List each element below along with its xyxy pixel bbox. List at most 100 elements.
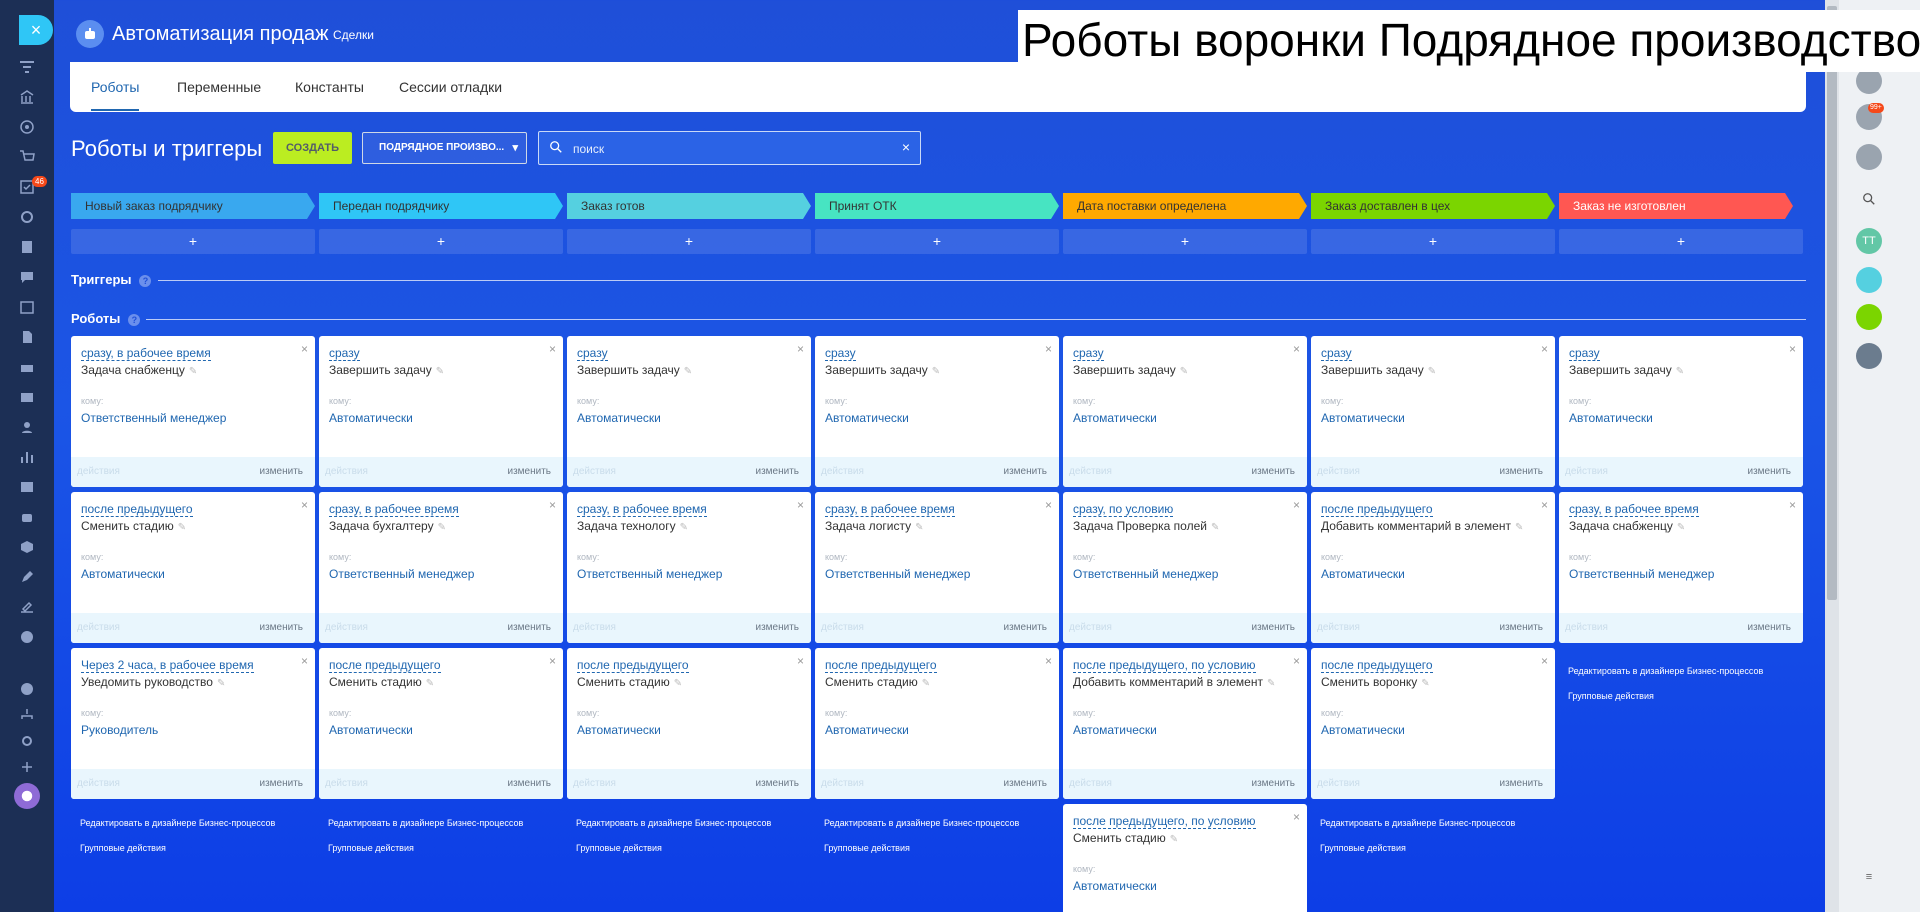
robot-card[interactable]: сразу Завершить задачу ✎ × кому: Автоматическ…	[815, 336, 1059, 487]
edit-link[interactable]: изменить	[507, 622, 551, 633]
responsible-link[interactable]: Автоматически	[1321, 567, 1405, 581]
edit-link[interactable]: изменить	[1251, 778, 1295, 789]
robot-card[interactable]: сразу, в рабочее время Задача технологу ✎ ×…	[567, 492, 811, 643]
gear-icon[interactable]	[18, 208, 36, 226]
robot-card[interactable]: сразу, в рабочее время Задача логисту ✎ × ко…	[815, 492, 1059, 643]
designer-link[interactable]: Редактировать в дизайнере Бизнес-процесс…	[328, 818, 523, 828]
edit-link[interactable]: изменить	[755, 466, 799, 477]
settings-icon[interactable]	[18, 732, 36, 750]
robot-card[interactable]: после предыдущего, по условию Сменить ста…	[1063, 804, 1307, 912]
group-actions-link[interactable]: Групповые действия	[328, 843, 414, 853]
group-actions-link[interactable]: Групповые действия	[80, 843, 166, 853]
sitemap-icon[interactable]	[18, 706, 36, 724]
responsible-link[interactable]: Автоматически	[1073, 411, 1157, 425]
edit-link[interactable]: изменить	[1003, 466, 1047, 477]
responsible-link[interactable]: Ответственный менеджер	[577, 567, 722, 581]
storage-icon[interactable]	[18, 358, 36, 376]
file-icon[interactable]	[18, 328, 36, 346]
group-actions-link[interactable]: Групповые действия	[1320, 843, 1406, 853]
responsible-link[interactable]: Ответственный менеджер	[1073, 567, 1218, 581]
robot-card[interactable]: сразу Завершить задачу ✎ × кому: Автоматическ…	[319, 336, 563, 487]
search-input[interactable]	[573, 139, 893, 159]
responsible-link[interactable]: Автоматически	[81, 567, 165, 581]
responsible-link[interactable]: Автоматически	[1569, 411, 1653, 425]
edit-link[interactable]: изменить	[507, 778, 551, 789]
close-icon[interactable]: ×	[549, 498, 556, 512]
pencil-icon[interactable]: ✎	[438, 522, 446, 533]
stage-1[interactable]: Новый заказ подрядчику	[71, 193, 315, 219]
robot-card[interactable]: после предыдущего, по условию Добавить ко…	[1063, 648, 1307, 799]
pencil-icon[interactable]: ✎	[1677, 522, 1685, 533]
tab-constants[interactable]: Константы	[295, 79, 364, 95]
responsible-link[interactable]: Автоматически	[825, 723, 909, 737]
pencil-icon[interactable]: ✎	[1421, 678, 1429, 689]
robot-card[interactable]: после предыдущего Сменить стадию ✎ × кому: Ав…	[71, 492, 315, 643]
robot-condition[interactable]: сразу, в рабочее время	[1569, 502, 1699, 517]
cart-icon[interactable]	[18, 148, 36, 166]
responsible-link[interactable]: Автоматически	[1321, 411, 1405, 425]
close-icon[interactable]: ×	[1293, 810, 1300, 824]
calendar-icon[interactable]	[18, 298, 36, 316]
close-icon[interactable]: ×	[549, 342, 556, 356]
edit-link[interactable]: изменить	[259, 622, 303, 633]
robot-condition[interactable]: после предыдущего, по условию	[1073, 658, 1256, 673]
filter-icon[interactable]	[18, 58, 36, 76]
bank-icon[interactable]	[18, 88, 36, 106]
pencil-icon[interactable]: ✎	[1515, 522, 1523, 533]
pencil-icon[interactable]: ✎	[436, 366, 444, 377]
notes-icon[interactable]	[1856, 304, 1882, 330]
add-trigger-button[interactable]: +	[319, 229, 563, 254]
robot-condition[interactable]: после предыдущего	[81, 502, 193, 517]
edit-link[interactable]: изменить	[1747, 622, 1791, 633]
pencil-icon[interactable]: ✎	[189, 366, 197, 377]
close-icon[interactable]: ×	[1045, 654, 1052, 668]
robot-condition[interactable]: сразу	[577, 346, 608, 361]
pencil-icon[interactable]: ✎	[1676, 366, 1684, 377]
robot-card[interactable]: сразу Завершить задачу ✎ × кому: Автоматическ…	[567, 336, 811, 487]
responsible-link[interactable]: Автоматически	[1073, 723, 1157, 737]
scrollbar-thumb[interactable]	[1827, 6, 1837, 600]
robot-card[interactable]: после предыдущего Сменить стадию ✎ × кому: Ав…	[567, 648, 811, 799]
chat-icon[interactable]	[18, 268, 36, 286]
edit-link[interactable]: изменить	[259, 466, 303, 477]
robot-condition[interactable]: сразу, в рабочее время	[577, 502, 707, 517]
pencil-icon[interactable]: ✎	[178, 522, 186, 533]
robot-card[interactable]: сразу, по условию Задача Проверка полей ✎ ×…	[1063, 492, 1307, 643]
edit-link[interactable]: изменить	[1251, 622, 1295, 633]
chat-icon[interactable]	[1856, 144, 1882, 170]
robot-icon[interactable]	[18, 508, 36, 526]
robot-card[interactable]: после предыдущего Сменить стадию ✎ × кому: Ав…	[319, 648, 563, 799]
edit-icon[interactable]	[18, 568, 36, 586]
responsible-link[interactable]: Автоматически	[329, 723, 413, 737]
add-trigger-button[interactable]: +	[1559, 229, 1803, 254]
add-trigger-button[interactable]: +	[567, 229, 811, 254]
robot-condition[interactable]: после предыдущего	[1321, 502, 1433, 517]
designer-link[interactable]: Редактировать в дизайнере Бизнес-процесс…	[576, 818, 771, 828]
funnel-select[interactable]: ПОДРЯДНОЕ ПРОИЗВО... ▾	[362, 132, 527, 164]
robot-condition[interactable]: сразу	[1321, 346, 1352, 361]
box-icon[interactable]	[18, 538, 36, 556]
stage-6[interactable]: Заказ доставлен в цех	[1311, 193, 1555, 219]
plus-icon[interactable]	[18, 758, 36, 776]
responsible-link[interactable]: Ответственный менеджер	[1569, 567, 1714, 581]
edit-link[interactable]: изменить	[1499, 778, 1543, 789]
close-icon[interactable]: ×	[797, 654, 804, 668]
robot-card[interactable]: сразу Завершить задачу ✎ × кому: Автоматическ…	[1311, 336, 1555, 487]
robot-condition[interactable]: после предыдущего	[577, 658, 689, 673]
robot-condition[interactable]: Через 2 часа, в рабочее время	[81, 658, 254, 673]
pencil-icon[interactable]: ✎	[1267, 678, 1275, 689]
tab-debug-sessions[interactable]: Сессии отладки	[399, 79, 502, 95]
responsible-link[interactable]: Автоматически	[577, 411, 661, 425]
group-actions-link[interactable]: Групповые действия	[1568, 691, 1654, 701]
add-trigger-button[interactable]: +	[815, 229, 1059, 254]
menu-icon[interactable]: ≡	[1856, 864, 1882, 890]
search-icon[interactable]	[1856, 186, 1882, 212]
close-icon[interactable]: ×	[1789, 342, 1796, 356]
pencil-icon[interactable]: ✎	[1170, 834, 1178, 845]
deals-link[interactable]: Сделки	[333, 28, 374, 42]
edit-link[interactable]: изменить	[1747, 466, 1791, 477]
close-icon[interactable]: ×	[1541, 654, 1548, 668]
close-icon[interactable]: ×	[1293, 654, 1300, 668]
close-icon[interactable]: ×	[549, 654, 556, 668]
help-icon[interactable]	[18, 680, 36, 698]
